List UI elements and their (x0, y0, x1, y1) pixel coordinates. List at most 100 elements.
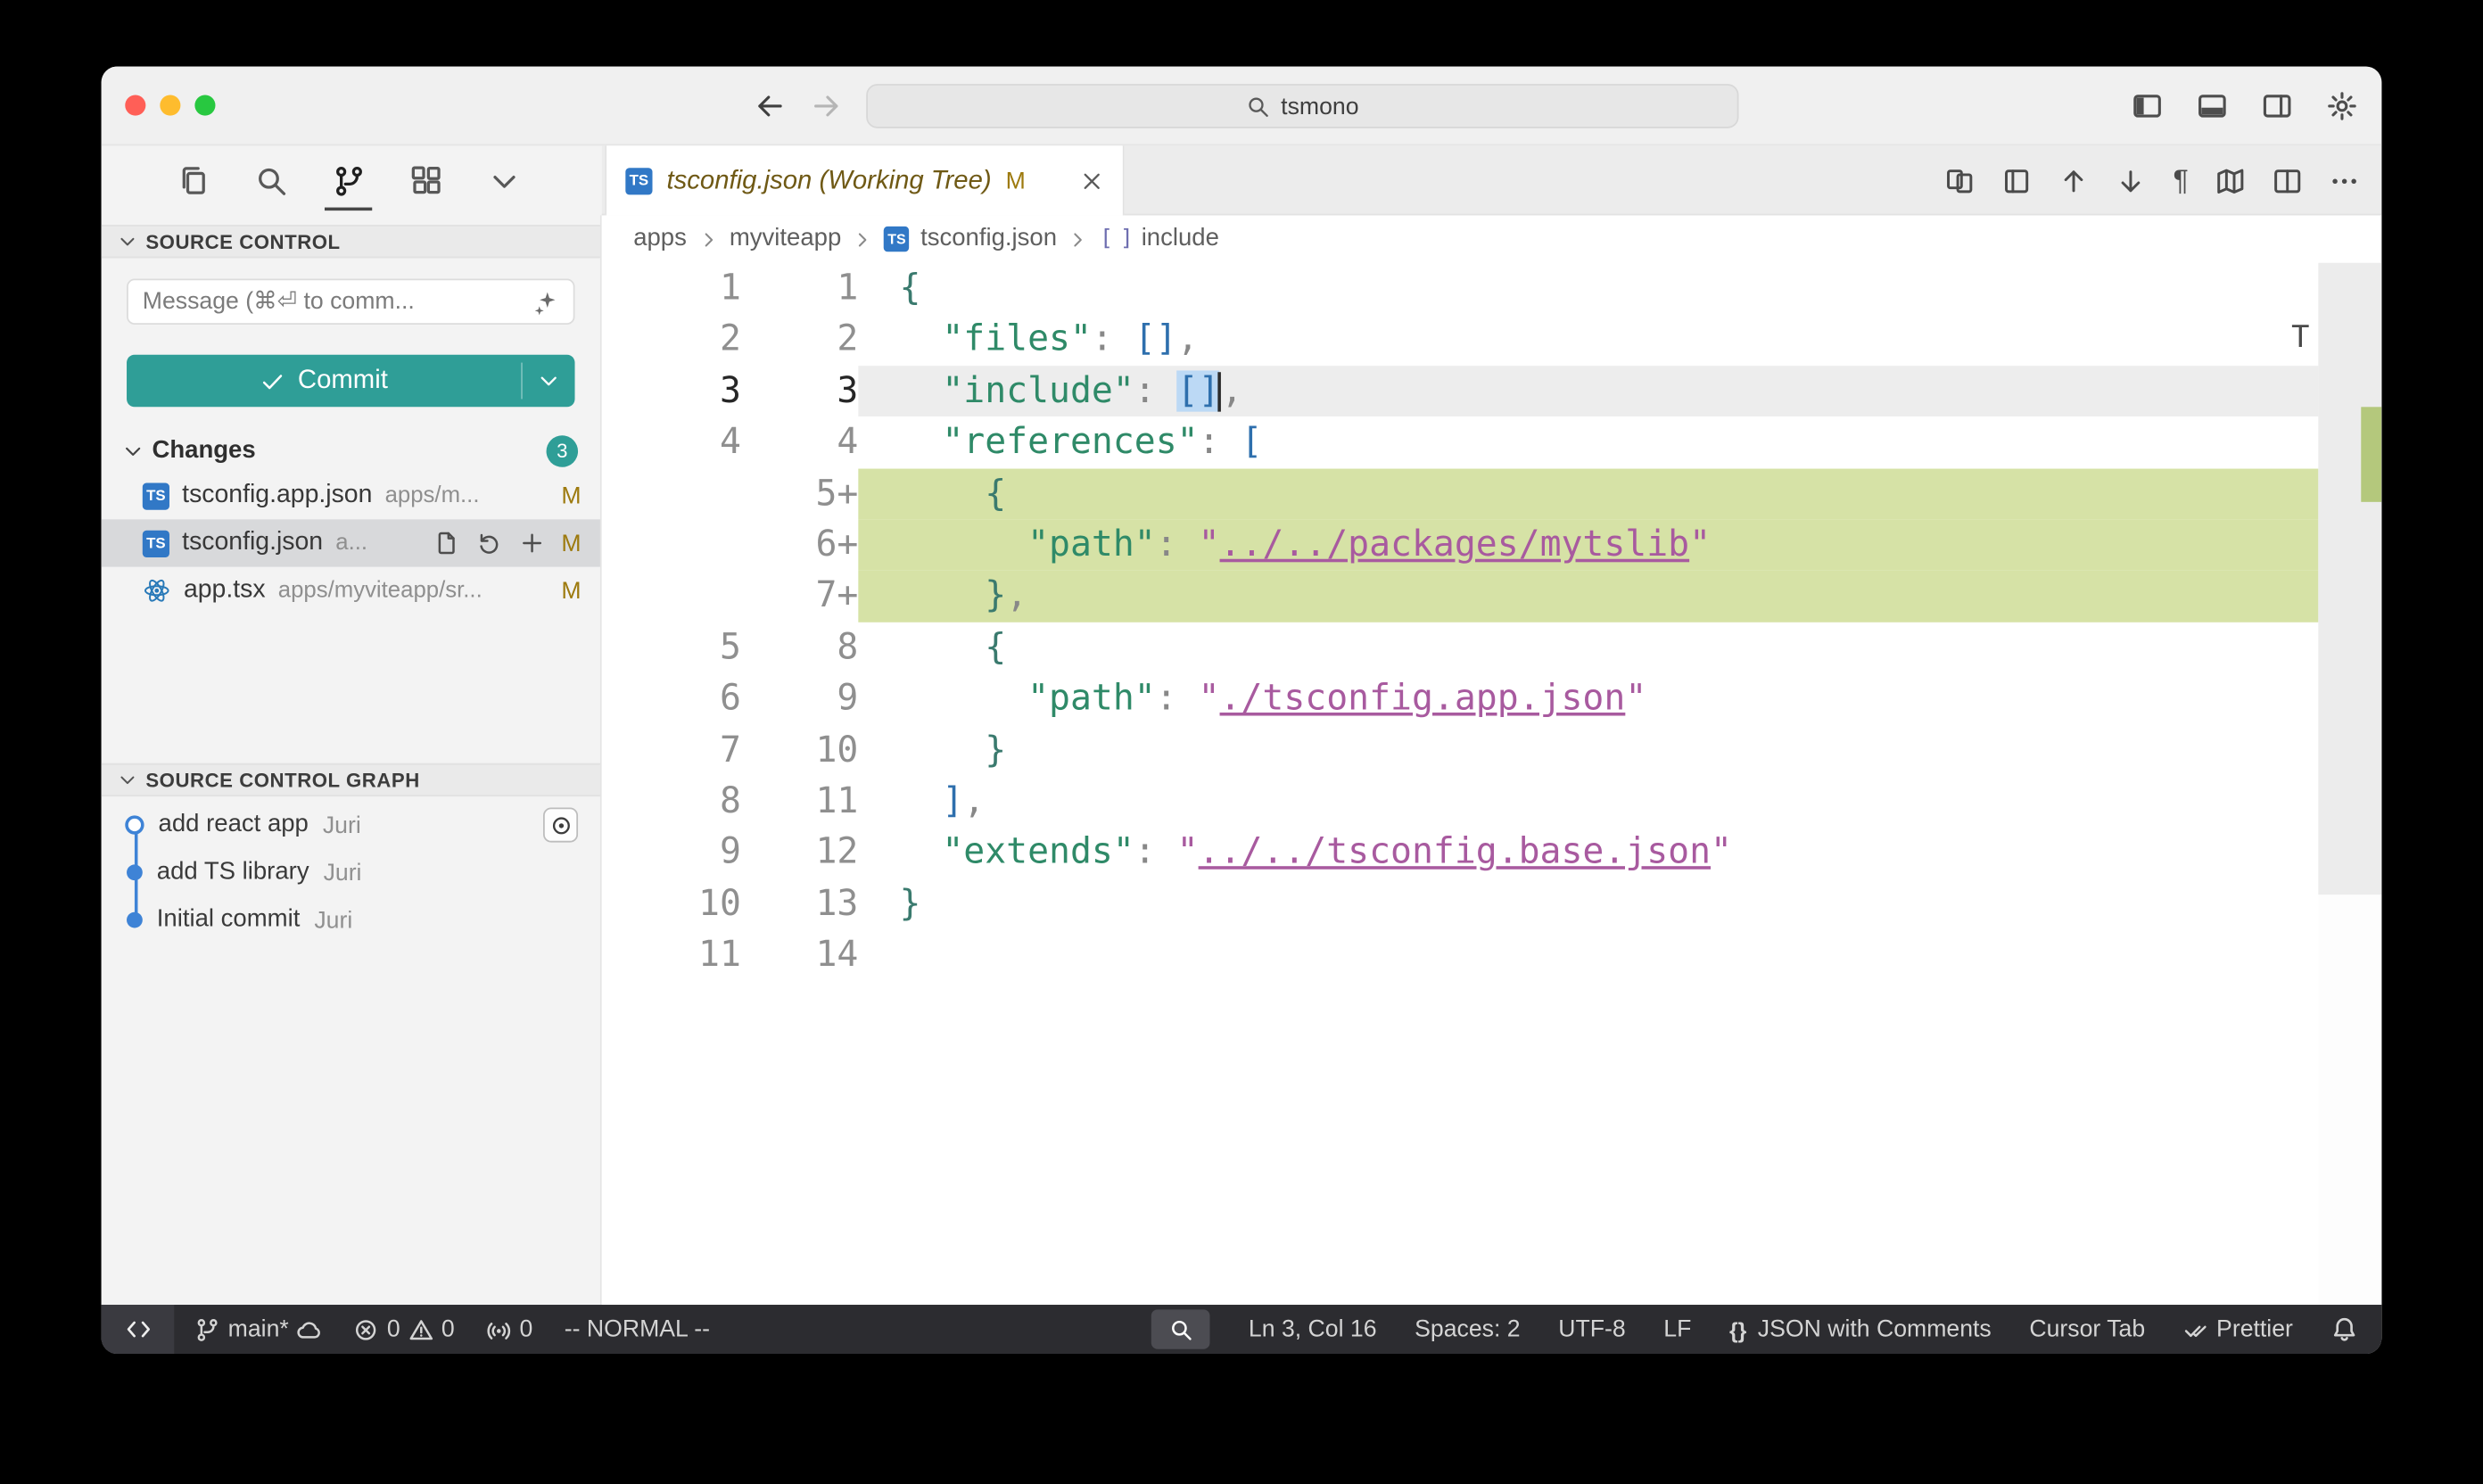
toggle-secondary-sidebar-icon[interactable] (2261, 89, 2293, 121)
language-mode-status[interactable]: {} JSON with Comments (1729, 1315, 1992, 1342)
code-line: 7+ }, (602, 571, 2319, 622)
commit-row[interactable]: Initial commitJuri (102, 896, 600, 944)
line-number-original: 1 (602, 263, 741, 315)
stage-changes-icon[interactable] (518, 531, 543, 556)
formatter-name: Prettier (2216, 1315, 2293, 1342)
line-number-original: 7 (602, 724, 741, 776)
zoom-window-button[interactable] (194, 95, 215, 116)
commit-row[interactable]: add TS libraryJuri (102, 849, 600, 896)
more-actions-icon[interactable] (2330, 166, 2360, 196)
source-control-view-button[interactable] (331, 163, 366, 198)
breadcrumb-item-apps[interactable]: apps (633, 225, 687, 253)
source-control-header[interactable]: SOURCE CONTROL (102, 225, 600, 258)
modified-badge: M (561, 482, 581, 509)
errors-icon (354, 1316, 379, 1341)
diff-editor[interactable]: apps myviteapp TS tsconfig.json [ ] incl… (602, 215, 2382, 1305)
code-line: 710 } (602, 724, 2319, 776)
code-text: } (858, 724, 2318, 776)
line-number-modified: 12 (741, 827, 858, 878)
problems-status[interactable]: 0 0 (354, 1315, 455, 1342)
code-line: 1013} (602, 878, 2319, 930)
line-number-modified: 13 (741, 878, 858, 930)
source-control-title: SOURCE CONTROL (145, 230, 340, 252)
file-row[interactable]: TStsconfig.app.jsonapps/m...M (102, 472, 600, 519)
explorer-view-button[interactable] (176, 163, 210, 198)
indentation-status[interactable]: Spaces: 2 (1415, 1315, 1520, 1342)
cursor-position-status[interactable]: Ln 3, Col 16 (1249, 1315, 1377, 1342)
pilcrow-whitespace-icon[interactable]: ¶ (2174, 166, 2189, 194)
split-editor-icon[interactable] (2273, 166, 2303, 196)
warnings-icon (408, 1316, 433, 1341)
generate-commit-message-icon[interactable] (533, 289, 558, 314)
changed-files-list: TStsconfig.app.jsonapps/m...MTStsconfig.… (102, 472, 600, 614)
search-view-button[interactable] (253, 163, 288, 198)
commit-message-box (127, 278, 574, 324)
code-content[interactable]: 11{22 "files": [],33 "include": [],44 "r… (602, 263, 2319, 1305)
extensions-view-button[interactable] (408, 163, 443, 198)
eol-status[interactable]: LF (1663, 1315, 1691, 1342)
map-outline-icon[interactable] (2215, 166, 2246, 196)
close-tab-icon[interactable] (1080, 169, 1104, 193)
branch-status[interactable]: main* (194, 1315, 322, 1342)
tab-tsconfig-json-working-tree[interactable]: TS tsconfig.json (Working Tree) M (605, 145, 1124, 215)
command-center-search[interactable]: tsmono (866, 84, 1738, 128)
file-row[interactable]: TStsconfig.jsona...M (102, 519, 600, 566)
source-control-graph-header[interactable]: SOURCE CONTROL GRAPH (102, 763, 600, 796)
toggle-panel-icon[interactable] (2197, 89, 2229, 121)
more-views-button[interactable] (486, 163, 521, 198)
changes-section-header[interactable]: Changes 3 (102, 431, 600, 472)
search-query-text: tsmono (1281, 93, 1358, 120)
navigate-back-button[interactable] (754, 89, 786, 121)
typescript-icon: TS (143, 530, 169, 556)
commit-dropdown-button[interactable] (523, 355, 575, 408)
next-change-icon[interactable] (2116, 166, 2147, 196)
commit-graph-list: add react appJuriadd TS libraryJuriIniti… (102, 796, 600, 944)
errors-count: 0 (387, 1315, 400, 1342)
source-control-icon (332, 164, 365, 197)
commit-button[interactable]: Commit (127, 355, 574, 408)
settings-gear-icon[interactable] (2326, 89, 2358, 121)
file-row[interactable]: app.tsxapps/myviteapp/sr...M (102, 567, 600, 614)
minimap[interactable]: T (2318, 263, 2381, 1305)
commit-message: add react app (159, 811, 309, 839)
code-text: } (858, 878, 2318, 930)
remote-icon (124, 1315, 151, 1342)
discard-changes-icon[interactable] (476, 531, 501, 556)
zoom-indicator[interactable] (1152, 1309, 1211, 1348)
formatter-status[interactable]: Prettier (2183, 1315, 2293, 1342)
open-file-icon[interactable] (433, 531, 458, 556)
minimize-window-button[interactable] (160, 95, 180, 116)
close-window-button[interactable] (125, 95, 145, 116)
code-line: 33 "include": [], (602, 366, 2319, 417)
notebook-icon[interactable] (2002, 166, 2033, 196)
minimap-slider[interactable] (2318, 263, 2381, 895)
line-number-original: 3 (602, 366, 741, 417)
previous-change-icon[interactable] (2059, 166, 2090, 196)
changes-label: Changes (152, 437, 255, 466)
breadcrumb-item-myviteapp[interactable]: myviteapp (730, 225, 841, 253)
remote-indicator[interactable] (102, 1305, 175, 1354)
goto-current-commit-button[interactable] (543, 808, 578, 843)
commit-row[interactable]: add react appJuri (102, 801, 600, 848)
code-line: 58 { (602, 622, 2319, 673)
cursor-tab-status[interactable]: Cursor Tab (2029, 1315, 2145, 1342)
code-line: 22 "files": [], (602, 314, 2319, 366)
toggle-primary-sidebar-icon[interactable] (2132, 89, 2164, 121)
encoding-status[interactable]: UTF-8 (1558, 1315, 1625, 1342)
line-number-modified: 4 (741, 416, 858, 468)
line-number-original: 11 (602, 929, 741, 981)
file-path: a... (335, 531, 367, 556)
breadcrumb-item-include[interactable]: include (1142, 225, 1219, 253)
breadcrumb-item-tsconfig[interactable]: tsconfig.json (920, 225, 1057, 253)
code-line: 44 "references": [ (602, 416, 2319, 468)
navigate-forward-button[interactable] (811, 89, 843, 121)
code-line: 811 ], (602, 776, 2319, 828)
ports-status[interactable]: 0 (486, 1315, 532, 1342)
open-changes-icon[interactable] (1945, 166, 1976, 196)
notifications-bell-icon[interactable] (2331, 1315, 2358, 1342)
tab-bar: TS tsconfig.json (Working Tree) M ¶ (602, 145, 2382, 215)
code-text: ], (858, 776, 2318, 828)
broadcast-tower-icon (486, 1316, 511, 1341)
commit-message-input[interactable] (143, 288, 534, 315)
search-icon (254, 164, 287, 197)
